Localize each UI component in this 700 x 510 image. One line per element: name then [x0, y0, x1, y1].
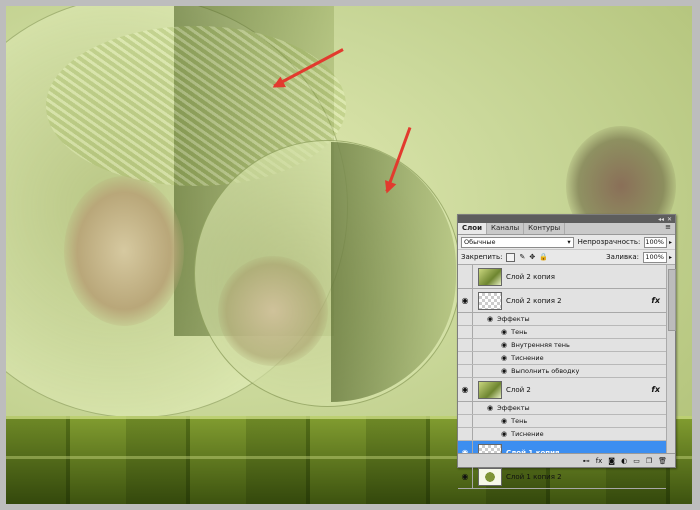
visibility-toggle-empty[interactable]: [458, 265, 473, 288]
effect-name: Внутренняя тень: [511, 341, 570, 349]
opacity-slider-arrow-icon[interactable]: ▸: [669, 239, 672, 246]
eye-icon[interactable]: ◉: [458, 378, 473, 401]
layer-thumbnail: [478, 380, 502, 399]
fx-icon[interactable]: fx: [651, 385, 660, 394]
add-mask-icon[interactable]: ◙: [608, 457, 615, 465]
face-left: [64, 176, 184, 326]
opacity-field[interactable]: 100%: [644, 236, 667, 248]
chevron-down-icon: ▾: [567, 238, 571, 246]
opacity-label: Непрозрачность:: [577, 238, 641, 246]
eye-icon[interactable]: ◉: [487, 404, 493, 412]
effect-item[interactable]: ◉ Тиснение: [458, 352, 666, 365]
close-icon[interactable]: ✕: [667, 216, 672, 223]
lock-brush-icon[interactable]: ✎: [519, 253, 525, 261]
blend-mode-value: Обычные: [464, 238, 496, 246]
effects-label: Эффекты: [497, 404, 530, 412]
layer-name: Слой 1 копия 2: [506, 472, 562, 481]
fx-icon[interactable]: fx: [651, 296, 660, 305]
layer-thumbnail: [478, 291, 502, 310]
add-style-icon[interactable]: fx: [596, 457, 603, 465]
blend-row: Обычные ▾ Непрозрачность: 100% ▸: [458, 235, 675, 250]
lock-all-icon[interactable]: 🔒: [539, 253, 548, 261]
tab-paths[interactable]: Контуры: [524, 223, 566, 234]
eye-placeholder: [458, 365, 473, 377]
link-layers-icon[interactable]: ⊷: [583, 457, 590, 465]
new-group-icon[interactable]: ▭: [633, 457, 640, 465]
layer-row[interactable]: ◉ Слой 2 копия 2 fx: [458, 289, 666, 313]
layer-name: Слой 2 копия: [506, 272, 555, 281]
effects-label: Эффекты: [497, 315, 530, 323]
eye-icon[interactable]: ◉: [458, 289, 473, 312]
effect-name: Тиснение: [511, 354, 544, 362]
layer-row[interactable]: ◉ Слой 1 копия 2: [458, 465, 666, 489]
scrollbar-thumb[interactable]: [668, 269, 676, 331]
layer-thumbnail: [478, 467, 502, 486]
layer-name: Слой 2 копия 2: [506, 296, 562, 305]
effect-item[interactable]: ◉ Тень: [458, 415, 666, 428]
new-layer-icon[interactable]: ❐: [646, 457, 652, 465]
effect-name: Выполнить обводку: [511, 367, 580, 375]
effect-name: Тень: [511, 417, 528, 425]
layer-name: Слой 2: [506, 385, 531, 394]
collapse-icon[interactable]: ◂◂: [658, 216, 664, 223]
panel-titlebar: ◂◂ ✕: [458, 215, 675, 223]
eye-icon[interactable]: ◉: [501, 354, 507, 362]
layers-panel: ◂◂ ✕ Слои Каналы Контуры ≡ Обычные ▾ Неп…: [457, 214, 676, 489]
effect-name: Тиснение: [511, 430, 544, 438]
fill-label: Заливка:: [606, 253, 639, 261]
eye-icon[interactable]: ◉: [458, 465, 473, 488]
lock-transparent-icon[interactable]: [506, 252, 516, 262]
eye-icon[interactable]: ◉: [501, 341, 507, 349]
eye-icon[interactable]: ◉: [501, 417, 507, 425]
eye-placeholder: [458, 313, 473, 325]
delete-layer-icon[interactable]: 🗑: [658, 457, 667, 465]
layer-row[interactable]: ◉ Слой 2 fx: [458, 378, 666, 402]
effect-name: Тень: [511, 328, 528, 336]
layer-thumbnail: [478, 267, 502, 286]
adjustment-layer-icon[interactable]: ◐: [621, 457, 627, 465]
fill-slider-arrow-icon[interactable]: ▸: [669, 254, 672, 261]
blend-mode-select[interactable]: Обычные ▾: [461, 236, 574, 248]
eye-icon[interactable]: ◉: [487, 315, 493, 323]
effects-header[interactable]: ◉ Эффекты: [458, 313, 666, 326]
panel-tabs: Слои Каналы Контуры ≡: [458, 223, 675, 235]
tab-layers[interactable]: Слои: [458, 223, 487, 234]
eye-placeholder: [458, 352, 473, 364]
effect-item[interactable]: ◉ Тиснение: [458, 428, 666, 441]
eye-placeholder: [458, 339, 473, 351]
fill-field[interactable]: 100%: [642, 251, 667, 263]
eye-placeholder: [458, 415, 473, 427]
face-center: [218, 256, 328, 366]
effect-item[interactable]: ◉ Внутренняя тень: [458, 339, 666, 352]
layers-scrollbar[interactable]: [666, 265, 676, 453]
lock-move-icon[interactable]: ✥: [529, 253, 535, 261]
eye-placeholder: [458, 402, 473, 414]
effect-item[interactable]: ◉ Выполнить обводку: [458, 365, 666, 378]
effect-item[interactable]: ◉ Тень: [458, 326, 666, 339]
eye-icon[interactable]: ◉: [501, 328, 507, 336]
layer-row[interactable]: Слой 2 копия: [458, 265, 666, 289]
panel-menu-icon[interactable]: ≡: [661, 223, 675, 234]
eye-icon[interactable]: ◉: [501, 430, 507, 438]
panel-bottom-toolbar: ⊷ fx ◙ ◐ ▭ ❐ 🗑: [458, 453, 675, 467]
eye-placeholder: [458, 326, 473, 338]
eye-icon[interactable]: ◉: [501, 367, 507, 375]
eye-placeholder: [458, 428, 473, 440]
effects-header[interactable]: ◉ Эффекты: [458, 402, 666, 415]
lock-row: Закрепить: ✎ ✥ 🔒 Заливка: 100% ▸: [458, 250, 675, 265]
inner-dark-band: [331, 142, 456, 402]
lock-label: Закрепить:: [461, 253, 503, 261]
tab-channels[interactable]: Каналы: [487, 223, 525, 234]
layers-list: Слой 2 копия ◉ Слой 2 копия 2 fx ◉ Эффек…: [458, 265, 666, 489]
